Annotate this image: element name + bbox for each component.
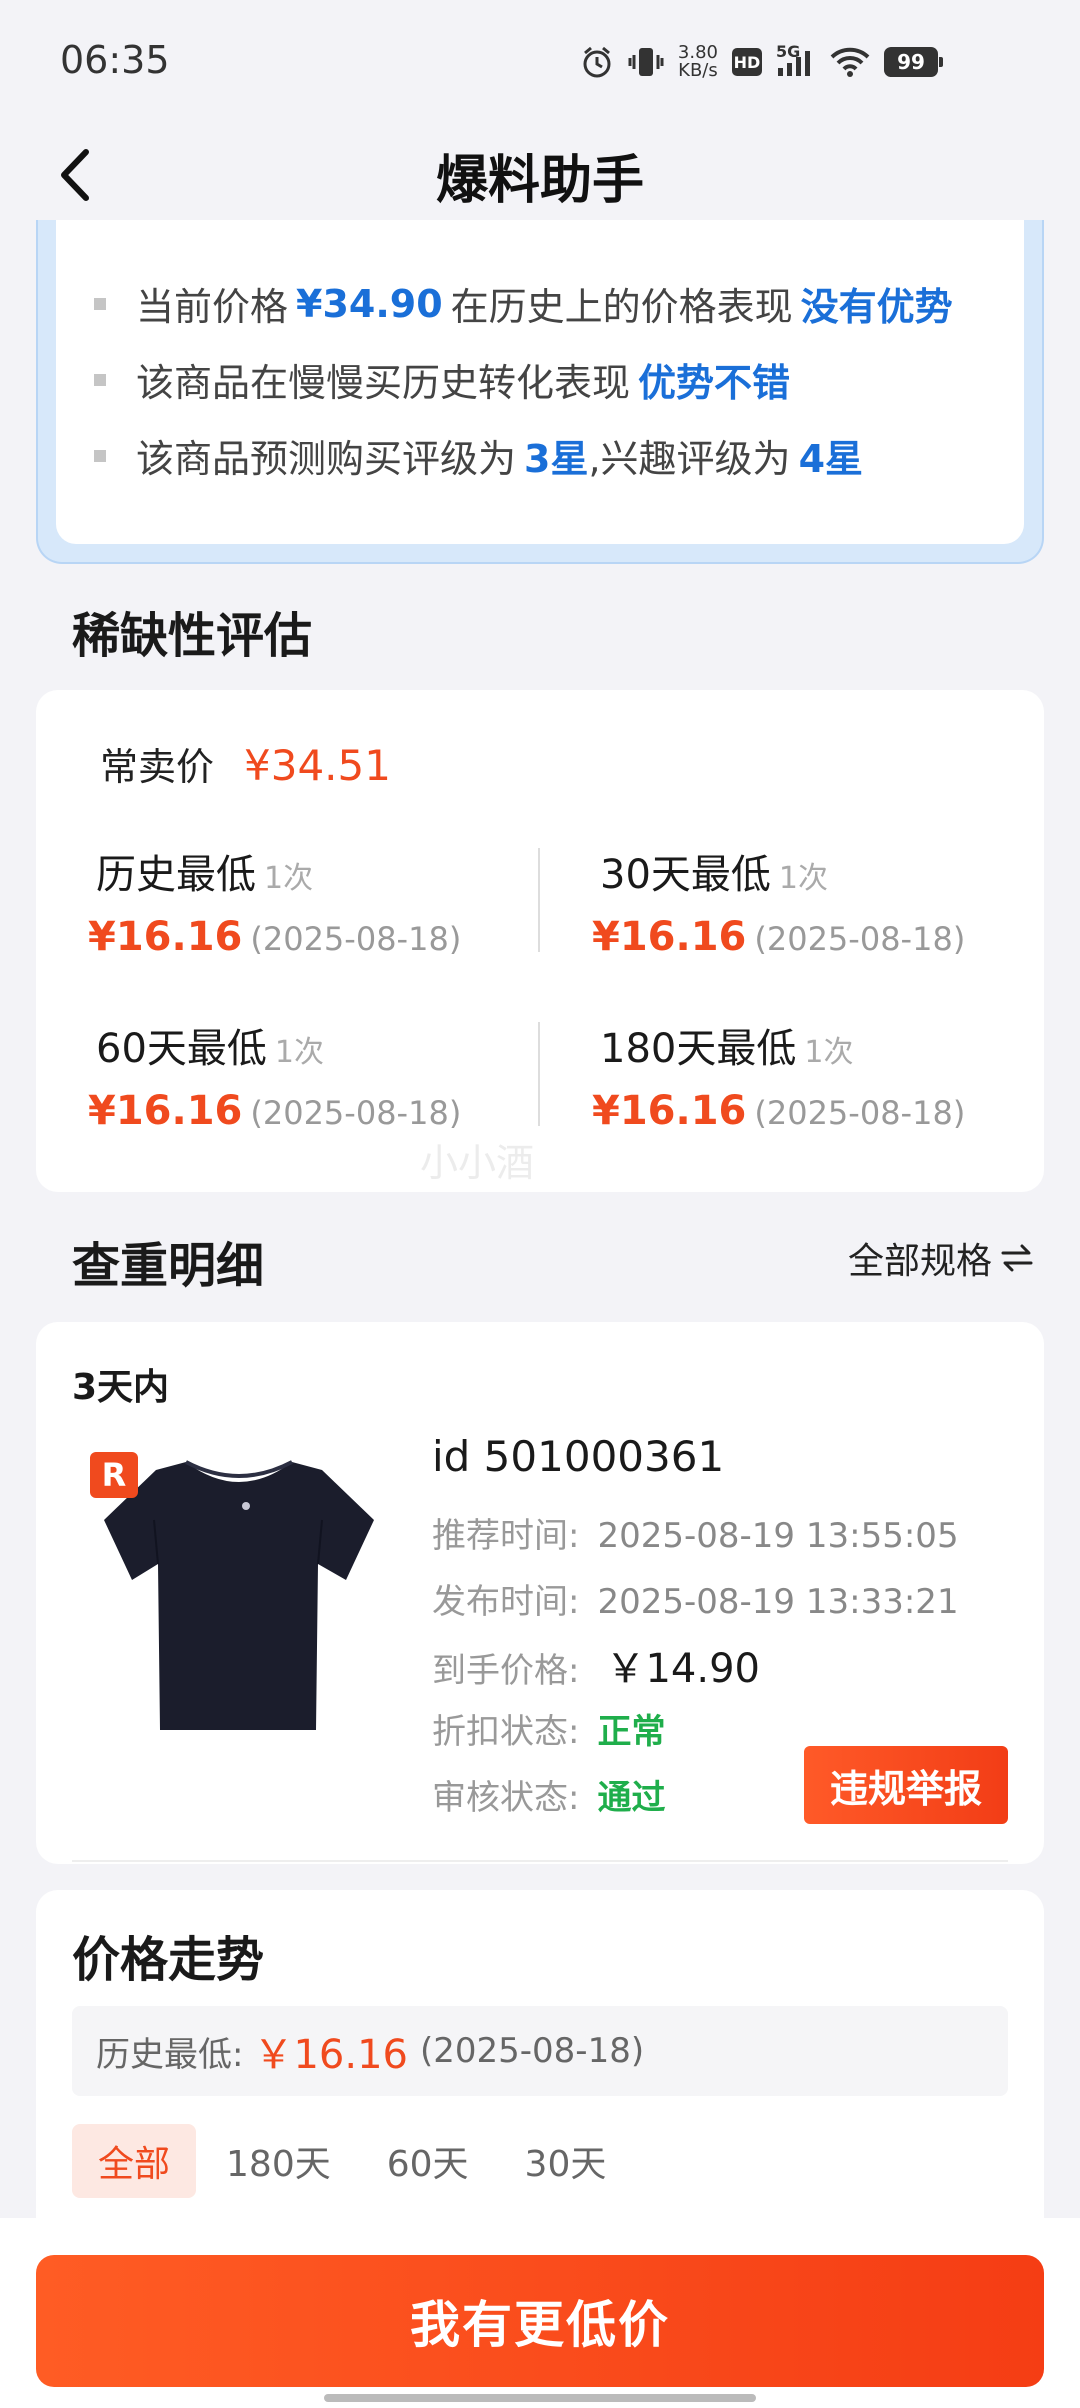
tab-60d[interactable]: 60天 (361, 2124, 495, 2198)
discount-status: 正常 (597, 1712, 666, 1752)
lower-price-button[interactable]: 我有更低价 (36, 2255, 1044, 2387)
analysis-text: 在历史上的价格表现 (450, 285, 793, 329)
bullet (94, 449, 106, 462)
analysis-card: 当前价格 ¥34.90 在历史上的价格表现 没有优势 该商品在慢慢买历史转化表现… (56, 220, 1024, 544)
tab-180d[interactable]: 180天 (200, 2124, 357, 2198)
tab-30d[interactable]: 30天 (499, 2124, 633, 2198)
analysis-text: 该商品预测购买评级为 (136, 437, 517, 481)
regular-price-label: 常卖价 (100, 745, 215, 789)
battery-icon: 99 (884, 47, 943, 77)
stat-title: 60天最低 (96, 1026, 267, 1072)
stat-60d-low: 60天最低 1次 ¥16.16 (2025-08-18) (88, 1016, 462, 1134)
info-label: 发布时间: (432, 1582, 580, 1622)
stat-date: (2025-08-18) (754, 920, 966, 958)
history-low-price: ￥16.16 (253, 2032, 408, 2078)
stat-count: 1次 (804, 1035, 854, 1070)
wifi-icon (830, 46, 870, 78)
final-price-row: 到手价格: ￥14.90 (432, 1636, 760, 1694)
divider (538, 848, 540, 952)
analysis-text: ,兴趣评级为 (588, 437, 791, 481)
signal-label: 5G (776, 42, 801, 61)
bullet (94, 297, 106, 310)
analysis-text: 当前价格 (136, 285, 289, 329)
clipped-row (94, 220, 654, 230)
r-badge: R (90, 1452, 138, 1498)
all-specs-label: 全部规格 (847, 1241, 992, 1282)
analysis-row-rating: 该商品预测购买评级为 3星 ,兴趣评级为 4星 (94, 428, 871, 483)
info-label: 推荐时间: (432, 1516, 580, 1556)
stat-date: (2025-08-18) (250, 920, 462, 958)
net-speed: 3.80 KB/s (678, 44, 718, 80)
tab-all[interactable]: 全部 (72, 2124, 197, 2198)
duplicate-period: 3天内 (72, 1367, 170, 1408)
info-label: 折扣状态: (432, 1712, 580, 1752)
analysis-highlight: ¥34.90 (296, 281, 443, 326)
regular-price-value: ¥34.51 (244, 741, 391, 790)
analysis-text: 该商品在慢慢买历史转化表现 (136, 361, 631, 405)
stat-price: ¥16.16 (88, 914, 243, 960)
hd-badge: HD (732, 48, 762, 76)
final-price: ￥14.90 (605, 1646, 760, 1692)
trend-title: 价格走势 (72, 1932, 265, 1988)
duplicate-title: 查重明细 (72, 1238, 265, 1294)
analysis-row-price: 当前价格 ¥34.90 在历史上的价格表现 没有优势 (94, 276, 961, 331)
discount-status-row: 折扣状态: 正常 (432, 1704, 665, 1753)
stat-price: ¥16.16 (592, 914, 747, 960)
stat-count: 1次 (264, 861, 314, 896)
tshirt-icon (104, 1460, 374, 1730)
swap-icon (1001, 1244, 1033, 1272)
item-id: id 501000361 (432, 1432, 725, 1481)
stat-30d-low: 30天最低 1次 ¥16.16 (2025-08-18) (592, 842, 966, 960)
analysis-highlight: 4星 (798, 437, 864, 481)
history-low-label: 历史最低: (96, 2034, 244, 2075)
divider (538, 1022, 540, 1126)
scarcity-title: 稀缺性评估 (72, 608, 313, 664)
analysis-highlight: 没有优势 (800, 285, 953, 329)
review-status: 通过 (597, 1778, 666, 1818)
analysis-highlight: 优势不错 (638, 361, 791, 405)
alarm-icon (580, 45, 614, 79)
all-specs-button[interactable]: 全部规格 (848, 1232, 1034, 1284)
stat-date: (2025-08-18) (250, 1094, 462, 1132)
stat-title: 历史最低 (96, 852, 256, 898)
net-speed-unit: KB/s (678, 60, 718, 81)
stat-date: (2025-08-18) (754, 1094, 966, 1132)
product-image[interactable] (96, 1440, 386, 1740)
page-title: 爆料助手 (435, 151, 644, 211)
report-button[interactable]: 违规举报 (804, 1746, 1008, 1824)
info-value: 2025-08-19 13:55:05 (597, 1516, 959, 1556)
review-status-row: 审核状态: 通过 (432, 1770, 665, 1819)
stat-title: 180天最低 (600, 1026, 797, 1072)
info-label: 审核状态: (432, 1778, 580, 1818)
stat-history-low: 历史最低 1次 ¥16.16 (2025-08-18) (88, 842, 462, 960)
status-icons: 3.80 KB/s HD 5G 99 (580, 40, 943, 84)
status-time: 06:35 (60, 38, 170, 82)
trend-tabs: 全部 180天 60天 30天 (72, 2124, 636, 2198)
watermark: 小小酒 (420, 1141, 535, 1185)
bullet (94, 373, 106, 386)
vibrate-icon (628, 45, 664, 79)
stat-price: ¥16.16 (592, 1088, 747, 1134)
publish-time-row: 发布时间: 2025-08-19 13:33:21 (432, 1574, 959, 1623)
stat-title: 30天最低 (600, 852, 771, 898)
history-low-bar: 历史最低: ￥16.16 (2025-08-18) (72, 2006, 1008, 2096)
info-label: 到手价格: (432, 1651, 580, 1691)
stat-count: 1次 (778, 861, 828, 896)
signal-icon: 5G (776, 42, 816, 78)
regular-price-row: 常卖价 ¥34.51 (100, 736, 391, 791)
recommend-time-row: 推荐时间: 2025-08-19 13:55:05 (432, 1508, 959, 1557)
info-value: 2025-08-19 13:33:21 (597, 1582, 959, 1622)
stat-price: ¥16.16 (88, 1088, 243, 1134)
stat-count: 1次 (274, 1035, 324, 1070)
analysis-row-conversion: 该商品在慢慢买历史转化表现 优势不错 (94, 352, 798, 407)
stat-180d-low: 180天最低 1次 ¥16.16 (2025-08-18) (592, 1016, 966, 1134)
home-indicator[interactable] (324, 2394, 756, 2402)
divider (72, 1860, 1008, 1862)
history-low-date: (2025-08-18) (419, 2031, 645, 2071)
analysis-highlight: 3星 (524, 437, 589, 481)
